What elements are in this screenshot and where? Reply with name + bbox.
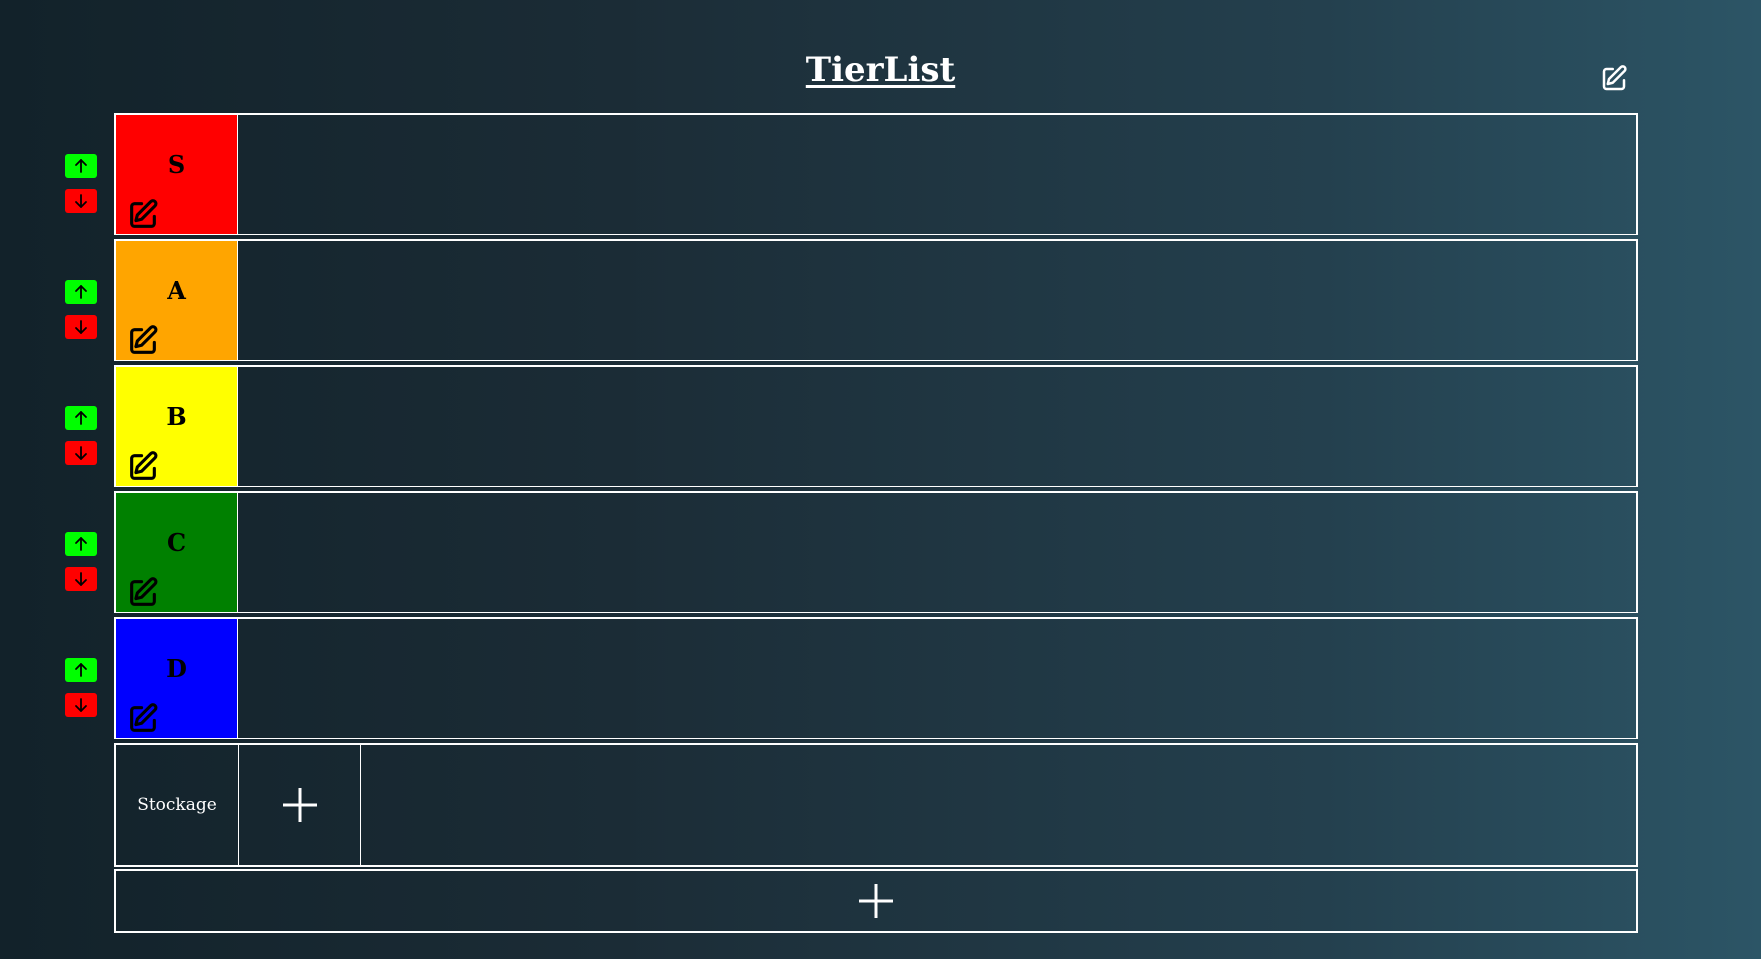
move-tier-up-button[interactable] (65, 658, 97, 682)
tier-label-text: C (166, 528, 187, 557)
arrow-down-icon (75, 698, 87, 712)
move-tier-down-button[interactable] (65, 567, 97, 591)
pencil-square-icon (130, 577, 158, 606)
pencil-square-icon (130, 451, 158, 480)
arrow-up-icon (75, 285, 87, 299)
move-tier-down-button[interactable] (65, 189, 97, 213)
edit-tier-button[interactable] (126, 198, 160, 232)
tier-dropzone[interactable] (238, 367, 1636, 486)
tier-label: D (116, 619, 238, 738)
edit-title-button[interactable] (1599, 64, 1629, 94)
tier-move-controls (65, 532, 97, 602)
arrow-up-icon (75, 411, 87, 425)
tier-label: A (116, 241, 238, 360)
move-tier-down-button[interactable] (65, 315, 97, 339)
tier-label-text: A (167, 276, 186, 305)
edit-tier-button[interactable] (126, 576, 160, 610)
tier-row: C (65, 491, 1638, 613)
storage-dropzone[interactable] (361, 745, 1636, 865)
move-tier-up-button[interactable] (65, 280, 97, 304)
tier-move-controls (65, 406, 97, 476)
edit-tier-button[interactable] (126, 702, 160, 736)
tier-dropzone[interactable] (238, 115, 1636, 234)
tier-move-controls (65, 154, 97, 224)
tier-row: A (65, 239, 1638, 361)
move-tier-down-button[interactable] (65, 441, 97, 465)
tier-dropzone[interactable] (238, 619, 1636, 738)
arrow-down-icon (75, 572, 87, 586)
edit-tier-button[interactable] (126, 324, 160, 358)
arrow-up-icon (75, 159, 87, 173)
tier-dropzone[interactable] (238, 241, 1636, 360)
tier-board: S A B C D Stockage (65, 113, 1638, 933)
tier-row: B (65, 365, 1638, 487)
tier-label-text: S (167, 150, 186, 179)
arrow-up-icon (75, 537, 87, 551)
storage-label: Stockage (116, 745, 239, 865)
move-tier-up-button[interactable] (65, 406, 97, 430)
tier-label-text: B (166, 402, 187, 431)
arrow-up-icon (75, 663, 87, 677)
plus-icon (282, 788, 317, 822)
tier-label: B (116, 367, 238, 486)
pencil-square-icon (130, 325, 158, 354)
tier-row: S (65, 113, 1638, 235)
add-item-button[interactable] (239, 745, 361, 865)
arrow-down-icon (75, 446, 87, 460)
add-tier-button[interactable] (114, 869, 1638, 933)
page-title: TierList (805, 50, 956, 90)
storage-row: Stockage (114, 743, 1638, 867)
arrow-down-icon (75, 320, 87, 334)
tier-label-text: D (166, 654, 187, 683)
edit-tier-button[interactable] (126, 450, 160, 484)
tier-label: C (116, 493, 238, 612)
pencil-square-icon (130, 703, 158, 732)
arrow-down-icon (75, 194, 87, 208)
pencil-square-icon (130, 199, 158, 228)
tier-move-controls (65, 280, 97, 350)
tier-row: D (65, 617, 1638, 739)
plus-icon (859, 884, 893, 918)
tier-move-controls (65, 658, 97, 728)
pencil-square-icon (1602, 65, 1627, 91)
move-tier-down-button[interactable] (65, 693, 97, 717)
tier-label: S (116, 115, 238, 234)
tier-dropzone[interactable] (238, 493, 1636, 612)
move-tier-up-button[interactable] (65, 532, 97, 556)
move-tier-up-button[interactable] (65, 154, 97, 178)
